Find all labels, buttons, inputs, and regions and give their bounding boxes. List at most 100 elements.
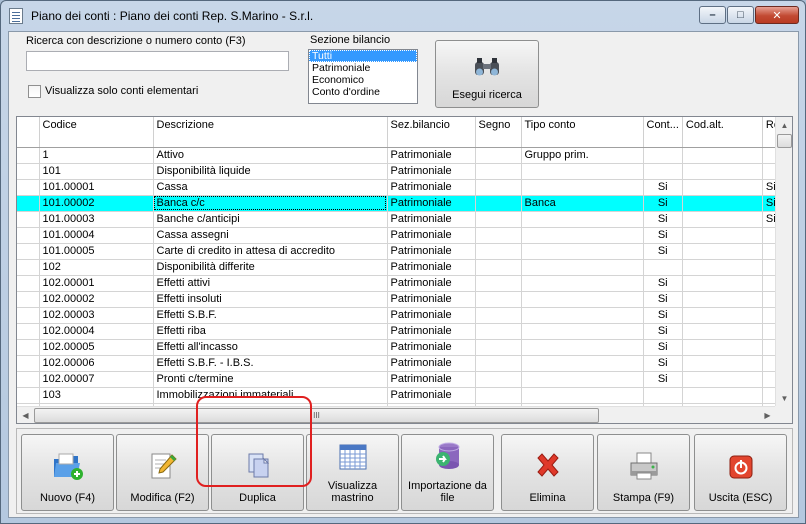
cell-codice[interactable]: 102.00003 [39,307,154,324]
section-option[interactable]: Tutti [309,50,417,62]
column-header-sez-bilancio[interactable]: Sez.bilancio [387,117,476,148]
cell-descrizione[interactable]: Pronti c/termine [153,371,388,388]
cell-codice[interactable]: 101.00005 [39,243,154,260]
cell-segno[interactable] [475,259,522,276]
row-indicator[interactable] [17,323,40,340]
cell-codice[interactable]: 101.00001 [39,179,154,196]
cell-segno[interactable] [475,323,522,340]
row-indicator[interactable] [17,339,40,356]
cell-tipo-conto[interactable] [521,387,644,404]
cell-segno[interactable] [475,243,522,260]
cell-sez-bilancio[interactable]: Patrimoniale [387,179,476,196]
row-indicator[interactable] [17,227,40,244]
cell-tipo-conto[interactable] [521,243,644,260]
cell-descrizione[interactable]: Banca c/c [153,195,388,212]
row-indicator[interactable] [17,291,40,308]
cell-sez-bilancio[interactable]: Patrimoniale [387,211,476,228]
cell-tipo-conto[interactable] [521,275,644,292]
cell-segno[interactable] [475,387,522,404]
row-indicator[interactable] [17,147,40,164]
table-row[interactable]: 101.00004 Cassa assegni Patrimoniale Si [17,227,791,244]
cell-tipo-conto[interactable] [521,371,644,388]
cell-cod-alt[interactable] [682,195,763,212]
cell-sez-bilancio[interactable]: Patrimoniale [387,291,476,308]
cell-descrizione[interactable]: Banche c/anticipi [153,211,388,228]
cell-cod-alt[interactable] [682,163,763,180]
table-row[interactable]: 102.00007 Pronti c/termine Patrimoniale Si [17,371,791,388]
cell-cod-alt[interactable] [682,291,763,308]
section-listbox[interactable]: Tutti Patrimoniale Economico Conto d'ord… [308,49,418,104]
cell-segno[interactable] [475,275,522,292]
scroll-up-icon[interactable]: ▲ [776,117,792,134]
row-indicator[interactable] [17,179,40,196]
cell-descrizione[interactable]: Carte di credito in attesa di accredito [153,243,388,260]
cell-segno[interactable] [475,371,522,388]
scroll-down-icon[interactable]: ▼ [776,390,792,407]
cell-cod-alt[interactable] [682,259,763,276]
cell-tipo-conto[interactable] [521,307,644,324]
cell-cont[interactable]: Si [643,195,683,212]
cell-cont[interactable]: Si [643,291,683,308]
table-row[interactable]: 101.00002 Banca c/c Patrimoniale Banca Si Si [17,195,791,212]
cell-sez-bilancio[interactable]: Patrimoniale [387,163,476,180]
section-option[interactable]: Conto d'ordine [309,86,417,98]
column-header-codice[interactable]: Codice [39,117,154,148]
cell-codice[interactable]: 101.00004 [39,227,154,244]
row-indicator[interactable] [17,195,40,212]
row-indicator[interactable] [17,211,40,228]
cell-descrizione[interactable]: Attivo [153,147,388,164]
column-header-cont[interactable]: Cont... [643,117,683,148]
cell-codice[interactable]: 102.00007 [39,371,154,388]
table-row[interactable]: 103 Immobilizzazioni immateriali Patrimoni… [17,387,791,404]
cell-segno[interactable] [475,291,522,308]
cell-descrizione[interactable]: Disponibilità differite [153,259,388,276]
cell-descrizione[interactable]: Effetti insoluti [153,291,388,308]
cell-cont[interactable]: Si [643,355,683,372]
search-input[interactable] [26,51,289,71]
table-row[interactable]: 101.00005 Carte di credito in attesa di a… [17,243,791,260]
cell-tipo-conto[interactable]: Gruppo prim. [521,147,644,164]
maximize-button[interactable]: □ [727,6,754,24]
cell-segno[interactable] [475,339,522,356]
cell-sez-bilancio[interactable]: Patrimoniale [387,147,476,164]
table-row[interactable]: 102 Disponibilità differite Patrimoniale [17,259,791,276]
cell-segno[interactable] [475,147,522,164]
cell-cod-alt[interactable] [682,323,763,340]
cell-tipo-conto[interactable] [521,339,644,356]
cell-cont[interactable]: Si [643,227,683,244]
cell-cont[interactable]: Si [643,371,683,388]
cell-segno[interactable] [475,163,522,180]
cell-codice[interactable]: 102.00005 [39,339,154,356]
new-button[interactable]: Nuovo (F4) [21,434,114,511]
cell-cod-alt[interactable] [682,179,763,196]
table-row[interactable]: 102.00005 Effetti all'incasso Patrimoniale… [17,339,791,356]
cell-cont[interactable]: Si [643,323,683,340]
cell-tipo-conto[interactable] [521,291,644,308]
cell-codice[interactable]: 101.00003 [39,211,154,228]
column-header-cod-alt[interactable]: Cod.alt. [682,117,763,148]
cell-descrizione[interactable]: Disponibilità liquide [153,163,388,180]
cell-tipo-conto[interactable] [521,163,644,180]
import-button[interactable]: Importazione da file [401,434,494,511]
scroll-left-icon[interactable]: ◀ [17,407,34,423]
cell-sez-bilancio[interactable]: Patrimoniale [387,307,476,324]
view-ledger-button[interactable]: Visualizza mastrino [306,434,399,511]
cell-cod-alt[interactable] [682,243,763,260]
cell-tipo-conto[interactable]: Banca [521,195,644,212]
table-row[interactable]: 101.00003 Banche c/anticipi Patrimoniale Si… [17,211,791,228]
cell-cod-alt[interactable] [682,371,763,388]
table-row[interactable]: 1 Attivo Patrimoniale Gruppo prim. [17,147,791,164]
cell-tipo-conto[interactable] [521,259,644,276]
row-indicator[interactable] [17,307,40,324]
cell-cont[interactable]: Si [643,339,683,356]
cell-tipo-conto[interactable] [521,323,644,340]
horizontal-scrollbar[interactable]: ◀ III ▶ [17,406,776,423]
cell-sez-bilancio[interactable]: Patrimoniale [387,323,476,340]
cell-segno[interactable] [475,355,522,372]
column-header-segno[interactable]: Segno [475,117,522,148]
cell-descrizione[interactable]: Effetti attivi [153,275,388,292]
cell-segno[interactable] [475,227,522,244]
cell-cod-alt[interactable] [682,387,763,404]
print-button[interactable]: Stampa (F9) [597,434,690,511]
cell-sez-bilancio[interactable]: Patrimoniale [387,227,476,244]
